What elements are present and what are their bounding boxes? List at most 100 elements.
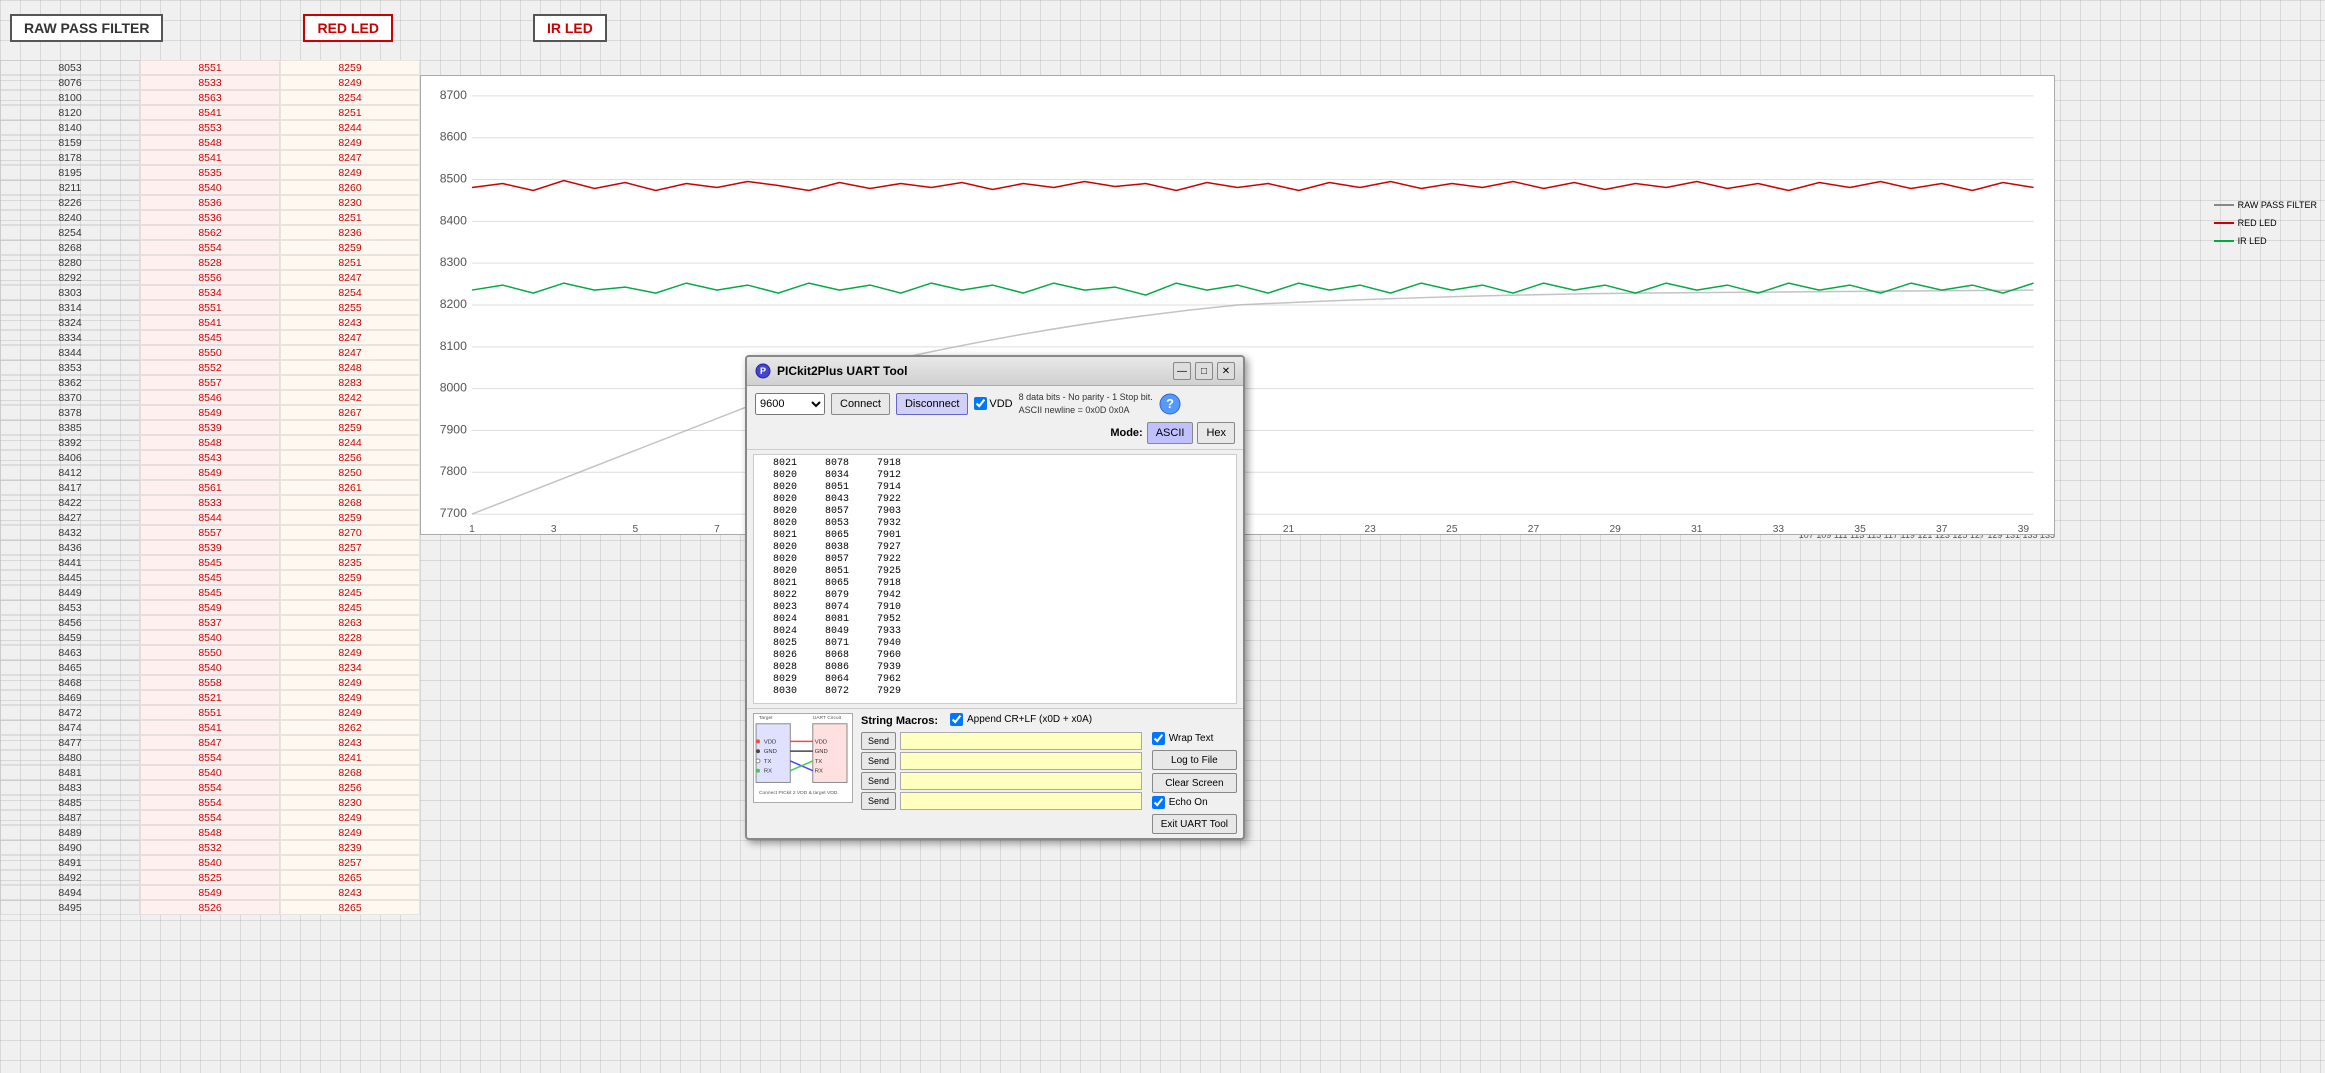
raw-cell: 8053 [0,60,140,75]
disconnect-button[interactable]: Disconnect [896,393,968,415]
raw-cell: 8385 [0,420,140,435]
log-to-file-button[interactable]: Log to File [1152,750,1237,770]
uart-data-cell: 8022 [757,590,797,601]
raw-cell: 8465 [0,660,140,675]
uart-data-cell: 8021 [757,458,797,469]
ir-cell: 8247 [280,150,420,165]
svg-text:25: 25 [1446,524,1458,534]
red-cell: 8533 [140,75,280,90]
svg-text:5: 5 [632,524,638,534]
wrap-text-label[interactable]: Wrap Text [1152,732,1237,745]
macros-right: String Macros: Append CR+LF (x0D + x0A) … [861,713,1237,834]
uart-data-row: 802580717940 [757,638,1233,649]
echo-on-checkbox[interactable] [1152,796,1165,809]
uart-data-cell: 7933 [861,626,901,637]
red-cell: 8543 [140,450,280,465]
uart-titlebar: P PICkit2Plus UART Tool — □ ✕ [747,357,1243,386]
uart-data-cell: 8071 [809,638,849,649]
echo-on-label[interactable]: Echo On [1152,796,1237,809]
red-cell: 8547 [140,735,280,750]
ir-cell: 8230 [280,195,420,210]
echo-on-text: Echo On [1169,797,1208,808]
uart-data-cell: 7922 [861,554,901,565]
red-cell: 8551 [140,300,280,315]
wrap-text-checkbox[interactable] [1152,732,1165,745]
macro-send-2[interactable]: Send [861,752,896,770]
svg-text:21: 21 [1283,524,1295,534]
ir-cell: 8260 [280,180,420,195]
raw-cell: 8422 [0,495,140,510]
red-cell: 8525 [140,870,280,885]
ir-cell: 8268 [280,495,420,510]
raw-cell: 8211 [0,180,140,195]
ir-cell: 8256 [280,450,420,465]
red-cell: 8539 [140,540,280,555]
legend-ir: IR LED [2214,236,2317,246]
svg-text:7700: 7700 [440,506,467,520]
macro-input-3[interactable] [900,772,1142,790]
svg-text:7900: 7900 [440,423,467,437]
uart-titlebar-controls[interactable]: — □ ✕ [1173,362,1235,380]
uart-title-text: PICkit2Plus UART Tool [777,364,907,378]
macro-send-1[interactable]: Send [861,732,896,750]
restore-button[interactable]: □ [1195,362,1213,380]
ir-cell: 8235 [280,555,420,570]
uart-info-line1: 8 data bits - No parity - 1 Stop bit. [1019,391,1153,404]
uart-data-cell: 7912 [861,470,901,481]
red-cell: 8528 [140,255,280,270]
uart-data-cell: 8078 [809,458,849,469]
svg-text:UART Circuit: UART Circuit [813,715,842,721]
uart-data-row: 802080577903 [757,506,1233,517]
red-cell: 8549 [140,405,280,420]
hex-mode-button[interactable]: Hex [1197,422,1235,444]
ir-cell: 8259 [280,420,420,435]
uart-data-cell: 8021 [757,578,797,589]
macro-row-1: Send [861,732,1142,750]
uart-data-display[interactable]: 8021807879188020803479128020805179148020… [753,454,1237,704]
red-cell: 8549 [140,600,280,615]
macro-input-1[interactable] [900,732,1142,750]
macro-send-4[interactable]: Send [861,792,896,810]
vdd-checkbox-label[interactable]: VDD [974,397,1012,410]
uart-data-cell: 8025 [757,638,797,649]
red-cell: 8550 [140,645,280,660]
svg-text:8000: 8000 [440,381,467,395]
macro-send-3[interactable]: Send [861,772,896,790]
clear-screen-button[interactable]: Clear Screen [1152,773,1237,793]
uart-data-cell: 8020 [757,566,797,577]
help-icon[interactable]: ? [1159,393,1181,415]
ir-cell: 8251 [280,210,420,225]
append-cr-lf-checkbox[interactable] [950,713,963,726]
ir-cell: 8247 [280,330,420,345]
connect-button[interactable]: Connect [831,393,890,415]
minimize-button[interactable]: — [1173,362,1191,380]
red-cell: 8563 [140,90,280,105]
red-cell: 8557 [140,525,280,540]
baud-rate-select[interactable]: 9600192003840057600115200 [755,393,825,415]
ir-cell: 8249 [280,705,420,720]
uart-data-cell: 7914 [861,482,901,493]
svg-text:33: 33 [1773,524,1785,534]
red-cell: 8561 [140,480,280,495]
ir-cell: 8244 [280,435,420,450]
ir-cell: 8249 [280,810,420,825]
ir-cell: 8257 [280,855,420,870]
raw-cell: 8456 [0,615,140,630]
raw-cell: 8480 [0,750,140,765]
vdd-checkbox[interactable] [974,397,987,410]
ir-cell: 8254 [280,285,420,300]
raw-cell: 8417 [0,480,140,495]
red-cell: 8545 [140,330,280,345]
ascii-mode-button[interactable]: ASCII [1147,422,1194,444]
macro-input-4[interactable] [900,792,1142,810]
close-button[interactable]: ✕ [1217,362,1235,380]
svg-text:27: 27 [1528,524,1540,534]
exit-uart-button[interactable]: Exit UART Tool [1152,814,1237,834]
uart-data-cell: 8020 [757,554,797,565]
macro-input-2[interactable] [900,752,1142,770]
uart-data-cell: 8028 [757,662,797,673]
append-cr-lf-label[interactable]: Append CR+LF (x0D + x0A) [950,713,1092,726]
uart-data-row: 802480497933 [757,626,1233,637]
uart-data-cell: 8051 [809,566,849,577]
raw-cell: 8483 [0,780,140,795]
